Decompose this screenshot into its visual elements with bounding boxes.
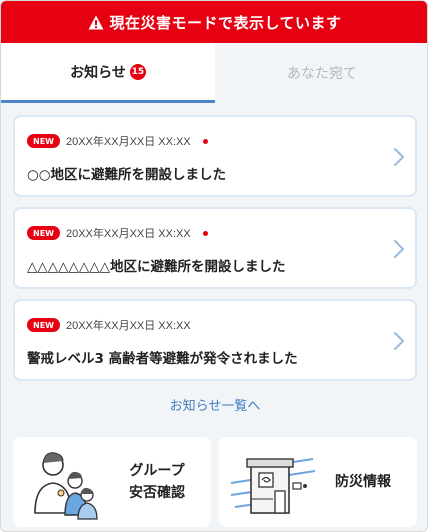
notice-tabs: お知らせ 15 あなた宛て xyxy=(1,43,427,103)
tab-notices-label: お知らせ xyxy=(70,64,126,81)
new-badge: NEW xyxy=(27,226,60,240)
notice-card[interactable]: NEW 20XX年XX月XX日 XX:XX 警戒レベル3 高齢者等避難が発令され… xyxy=(13,299,417,381)
chevron-right-icon xyxy=(394,240,404,258)
family-icon xyxy=(34,452,98,520)
notice-card[interactable]: NEW 20XX年XX月XX日 XX:XX ○○地区に避難所を開設しました xyxy=(13,115,417,197)
unread-dot xyxy=(202,138,208,144)
notice-date: 20XX年XX月XX日 XX:XX xyxy=(65,320,191,332)
notice-meta: NEW 20XX年XX月XX日 XX:XX xyxy=(27,225,208,241)
tab-to-you[interactable]: あなた宛て xyxy=(215,43,427,103)
app-screen: 現在災害モードで表示しています お知らせ 15 あなた宛て NEW 20XX年X… xyxy=(0,0,428,532)
notice-date: 20XX年XX月XX日 XX:XX xyxy=(65,136,191,148)
warning-icon xyxy=(88,15,104,29)
disaster-info-button[interactable]: 防災情報 xyxy=(219,437,417,527)
notice-card[interactable]: NEW 20XX年XX月XX日 XX:XX △△△△△△△△地区に避難所を開設し… xyxy=(13,207,417,289)
group-safety-check-label: グループ 安否確認 xyxy=(113,460,201,504)
chevron-right-icon xyxy=(394,148,404,166)
tab-to-you-label: あなた宛て xyxy=(287,66,357,82)
notice-date: 20XX年XX月XX日 XX:XX xyxy=(65,228,191,240)
unread-count-badge: 15 xyxy=(129,63,146,80)
new-badge: NEW xyxy=(27,134,60,148)
group-label-line2: 安否確認 xyxy=(129,485,185,501)
notice-title: 警戒レベル3 高齢者等避難が発令されました xyxy=(27,351,298,367)
notice-meta: NEW 20XX年XX月XX日 XX:XX xyxy=(27,133,208,149)
notice-title: ○○地区に避難所を開設しました xyxy=(27,167,227,183)
chevron-right-icon xyxy=(394,332,404,350)
disaster-mode-text: 現在災害モードで表示しています xyxy=(109,13,342,32)
notice-list: NEW 20XX年XX月XX日 XX:XX ○○地区に避難所を開設しました NE… xyxy=(1,103,427,425)
disaster-mode-banner: 現在災害モードで表示しています xyxy=(1,1,427,43)
disaster-info-label: 防災情報 xyxy=(335,474,391,490)
house-wind-icon xyxy=(230,458,316,514)
notice-meta: NEW 20XX年XX月XX日 XX:XX xyxy=(27,317,191,333)
notice-title: △△△△△△△△地区に避難所を開設しました xyxy=(27,259,286,275)
group-safety-check-button[interactable]: グループ 安否確認 xyxy=(13,437,211,527)
quick-menu: グループ 安否確認 防災情報 xyxy=(1,425,427,531)
unread-dot xyxy=(202,230,208,236)
group-label-line1: グループ xyxy=(129,463,185,479)
tab-notices[interactable]: お知らせ 15 xyxy=(1,43,215,103)
new-badge: NEW xyxy=(27,318,60,332)
notice-list-link[interactable]: お知らせ一覧へ xyxy=(1,395,427,414)
